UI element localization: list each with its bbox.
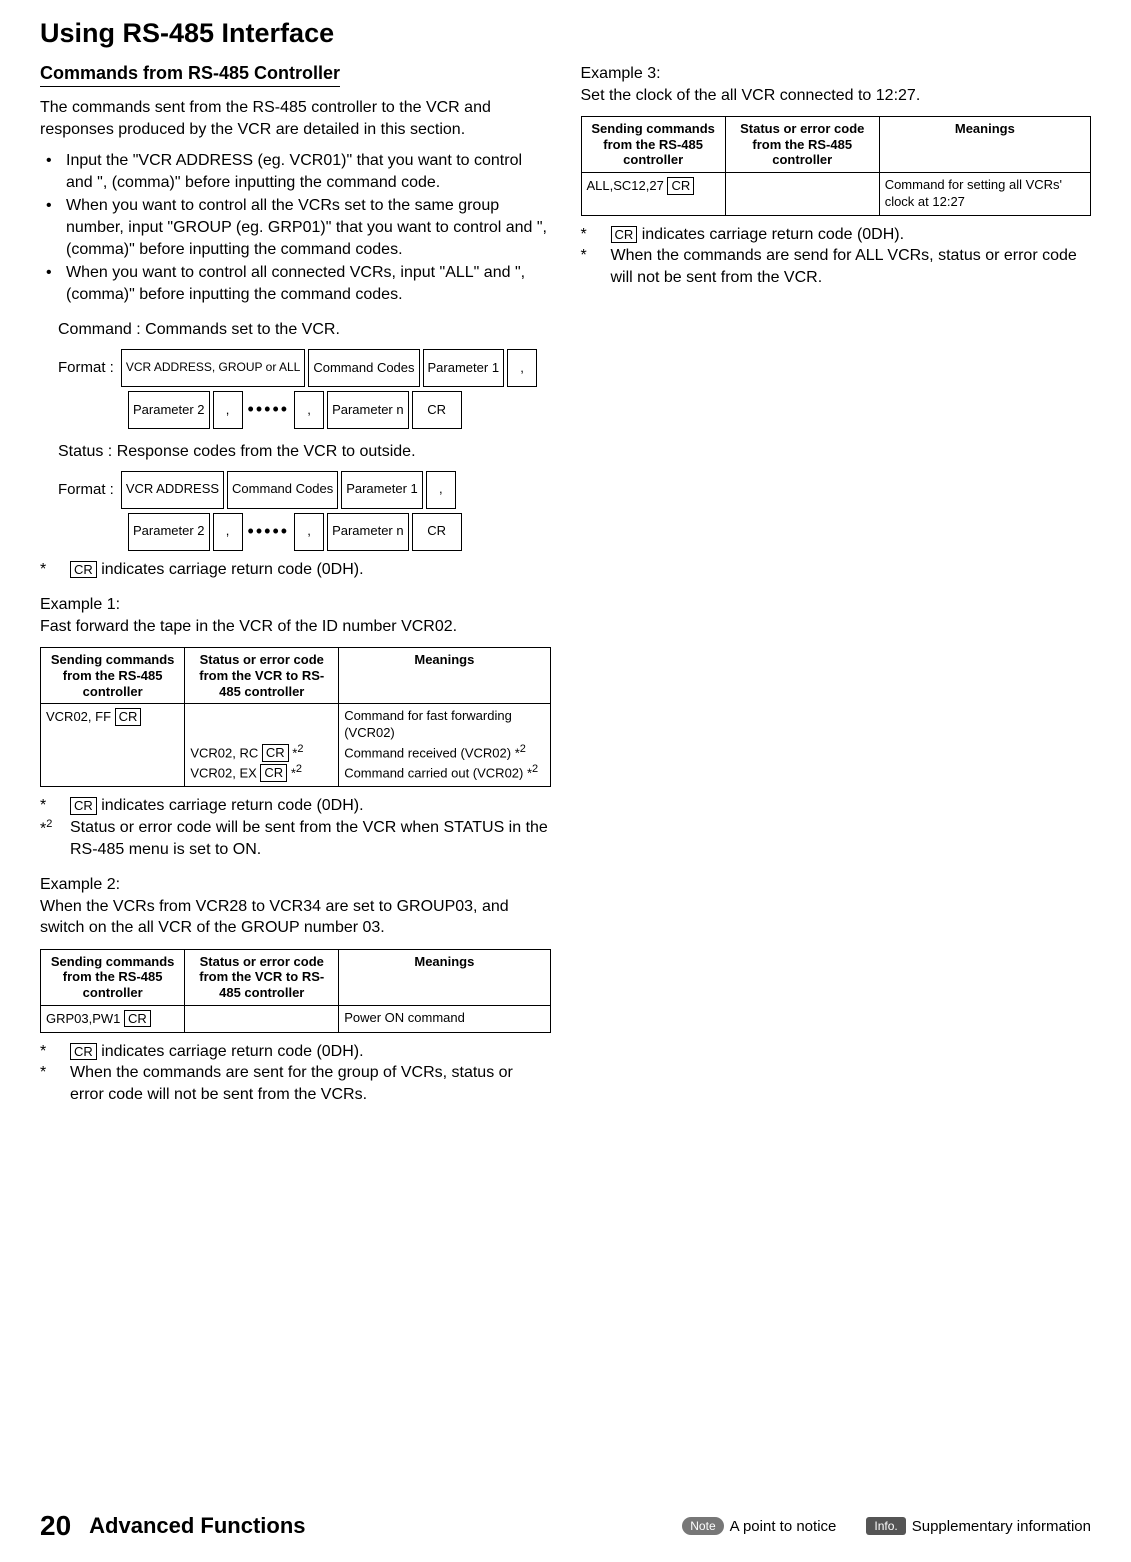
format-box-paramn: Parameter n: [327, 513, 409, 551]
table-header: Meanings: [879, 117, 1090, 173]
note-all: *When the commands are send for ALL VCRs…: [581, 245, 1092, 288]
example1-title: Example 1:: [40, 594, 551, 616]
table-cell-send: VCR02, FF CR: [41, 704, 185, 787]
example1-body: Fast forward the tape in the VCR of the …: [40, 616, 551, 638]
cr-symbol: CR: [70, 797, 97, 815]
note-list: *CR indicates carriage return code (0DH)…: [40, 1041, 551, 1106]
example2-table: Sending commands from the RS-485 control…: [40, 949, 551, 1033]
format-box-comma: ,: [507, 349, 537, 387]
format-label: Format :: [58, 481, 114, 498]
format-box-cr: CR: [412, 391, 462, 429]
format-box-cr: CR: [412, 513, 462, 551]
note-cr: *CR indicates carriage return code (0DH)…: [40, 795, 551, 817]
table-header: Sending commands from the RS-485 control…: [581, 117, 725, 173]
page-title: Using RS-485 Interface: [40, 18, 1091, 49]
list-item: When you want to control all the VCRs se…: [40, 195, 551, 260]
note-badge-text: A point to notice: [730, 1518, 837, 1535]
table-header: Status or error code from the VCR to RS-…: [185, 648, 339, 704]
table-header: Meanings: [339, 648, 550, 704]
table-cell-status: [725, 172, 879, 215]
cr-symbol: CR: [262, 744, 289, 762]
table-header: Meanings: [339, 949, 550, 1005]
table-row: GRP03,PW1 CR Power ON command: [41, 1005, 551, 1032]
note-cr: *CR indicates carriage return code (0DH)…: [40, 1041, 551, 1063]
example3-table: Sending commands from the RS-485 control…: [581, 116, 1092, 216]
format-box-comma: ,: [213, 391, 243, 429]
left-column: Commands from RS-485 Controller The comm…: [40, 63, 551, 1119]
table-cell-status: [185, 1005, 339, 1032]
right-column: Example 3: Set the clock of the all VCR …: [581, 63, 1092, 1119]
command-label: Command : Commands set to the VCR.: [58, 319, 551, 341]
status-format-row2: Parameter 2 , ••••• , Parameter n CR: [128, 513, 551, 551]
note-group: *When the commands are sent for the grou…: [40, 1062, 551, 1105]
cr-symbol: CR: [70, 1043, 97, 1061]
cr-symbol: CR: [667, 177, 694, 195]
list-item: When you want to control all connected V…: [40, 262, 551, 305]
format-box-param1: Parameter 1: [423, 349, 505, 387]
note-cr: *CR indicates carriage return code (0DH)…: [40, 559, 551, 581]
example3-title: Example 3:: [581, 63, 1092, 85]
page-footer: 20 Advanced Functions Note A point to no…: [0, 1510, 1131, 1542]
info-badge-icon: Info.: [866, 1517, 905, 1535]
format-box-comma: ,: [426, 471, 456, 509]
command-format-row1: Format : VCR ADDRESS, GROUP or ALL Comma…: [58, 349, 551, 387]
example1-table: Sending commands from the RS-485 control…: [40, 647, 551, 787]
note-badge-icon: Note: [682, 1517, 723, 1535]
format-box-address: VCR ADDRESS, GROUP or ALL: [121, 349, 306, 387]
table-cell-meanings: Command for fast forwarding (VCR02) Comm…: [339, 704, 550, 787]
status-format-row1: Format : VCR ADDRESS Command Codes Param…: [58, 471, 551, 509]
section-heading: Commands from RS-485 Controller: [40, 63, 340, 87]
note-list: *CR indicates carriage return code (0DH)…: [40, 795, 551, 860]
cr-symbol: CR: [70, 561, 97, 579]
note-cr: *CR indicates carriage return code (0DH)…: [581, 224, 1092, 246]
format-label: Format :: [58, 359, 114, 376]
list-item: Input the "VCR ADDRESS (eg. VCR01)" that…: [40, 150, 551, 193]
table-header: Status or error code from the VCR to RS-…: [185, 949, 339, 1005]
format-box-codes: Command Codes: [308, 349, 419, 387]
table-header: Status or error code from the RS-485 con…: [725, 117, 879, 173]
table-cell-meanings: Power ON command: [339, 1005, 550, 1032]
note-status: *2Status or error code will be sent from…: [40, 817, 551, 860]
format-box-comma: ,: [294, 513, 324, 551]
format-box-codes: Command Codes: [227, 471, 338, 509]
format-box-param2: Parameter 2: [128, 391, 210, 429]
intro-text: The commands sent from the RS-485 contro…: [40, 97, 551, 140]
bullet-list: Input the "VCR ADDRESS (eg. VCR01)" that…: [40, 150, 551, 305]
cr-symbol: CR: [124, 1010, 151, 1028]
example3-body: Set the clock of the all VCR connected t…: [581, 85, 1092, 107]
table-header: Sending commands from the RS-485 control…: [41, 648, 185, 704]
section-name: Advanced Functions: [89, 1513, 305, 1539]
info-badge-text: Supplementary information: [912, 1518, 1091, 1535]
format-box-paramn: Parameter n: [327, 391, 409, 429]
format-box-address: VCR ADDRESS: [121, 471, 224, 509]
cr-symbol: CR: [115, 708, 142, 726]
page-number: 20: [40, 1510, 71, 1542]
table-cell-status: VCR02, RC CR *2 VCR02, EX CR *2: [185, 704, 339, 787]
example2-body: When the VCRs from VCR28 to VCR34 are se…: [40, 896, 551, 939]
command-format-row2: Parameter 2 , ••••• , Parameter n CR: [128, 391, 551, 429]
cr-symbol: CR: [260, 764, 287, 782]
format-box-param1: Parameter 1: [341, 471, 423, 509]
table-row: ALL,SC12,27 CR Command for setting all V…: [581, 172, 1091, 215]
ellipsis-icon: •••••: [246, 399, 292, 420]
cr-symbol: CR: [611, 226, 638, 244]
table-row: VCR02, FF CR VCR02, RC CR *2 VCR02, EX C…: [41, 704, 551, 787]
format-box-param2: Parameter 2: [128, 513, 210, 551]
table-cell-meanings: Command for setting all VCRs' clock at 1…: [879, 172, 1090, 215]
table-header: Sending commands from the RS-485 control…: [41, 949, 185, 1005]
ellipsis-icon: •••••: [246, 521, 292, 542]
note-list: *CR indicates carriage return code (0DH)…: [581, 224, 1092, 289]
example2-title: Example 2:: [40, 874, 551, 896]
table-cell-send: GRP03,PW1 CR: [41, 1005, 185, 1032]
note-list: *CR indicates carriage return code (0DH)…: [40, 559, 551, 581]
format-box-comma: ,: [213, 513, 243, 551]
format-box-comma: ,: [294, 391, 324, 429]
table-cell-send: ALL,SC12,27 CR: [581, 172, 725, 215]
status-label: Status : Response codes from the VCR to …: [58, 441, 551, 463]
